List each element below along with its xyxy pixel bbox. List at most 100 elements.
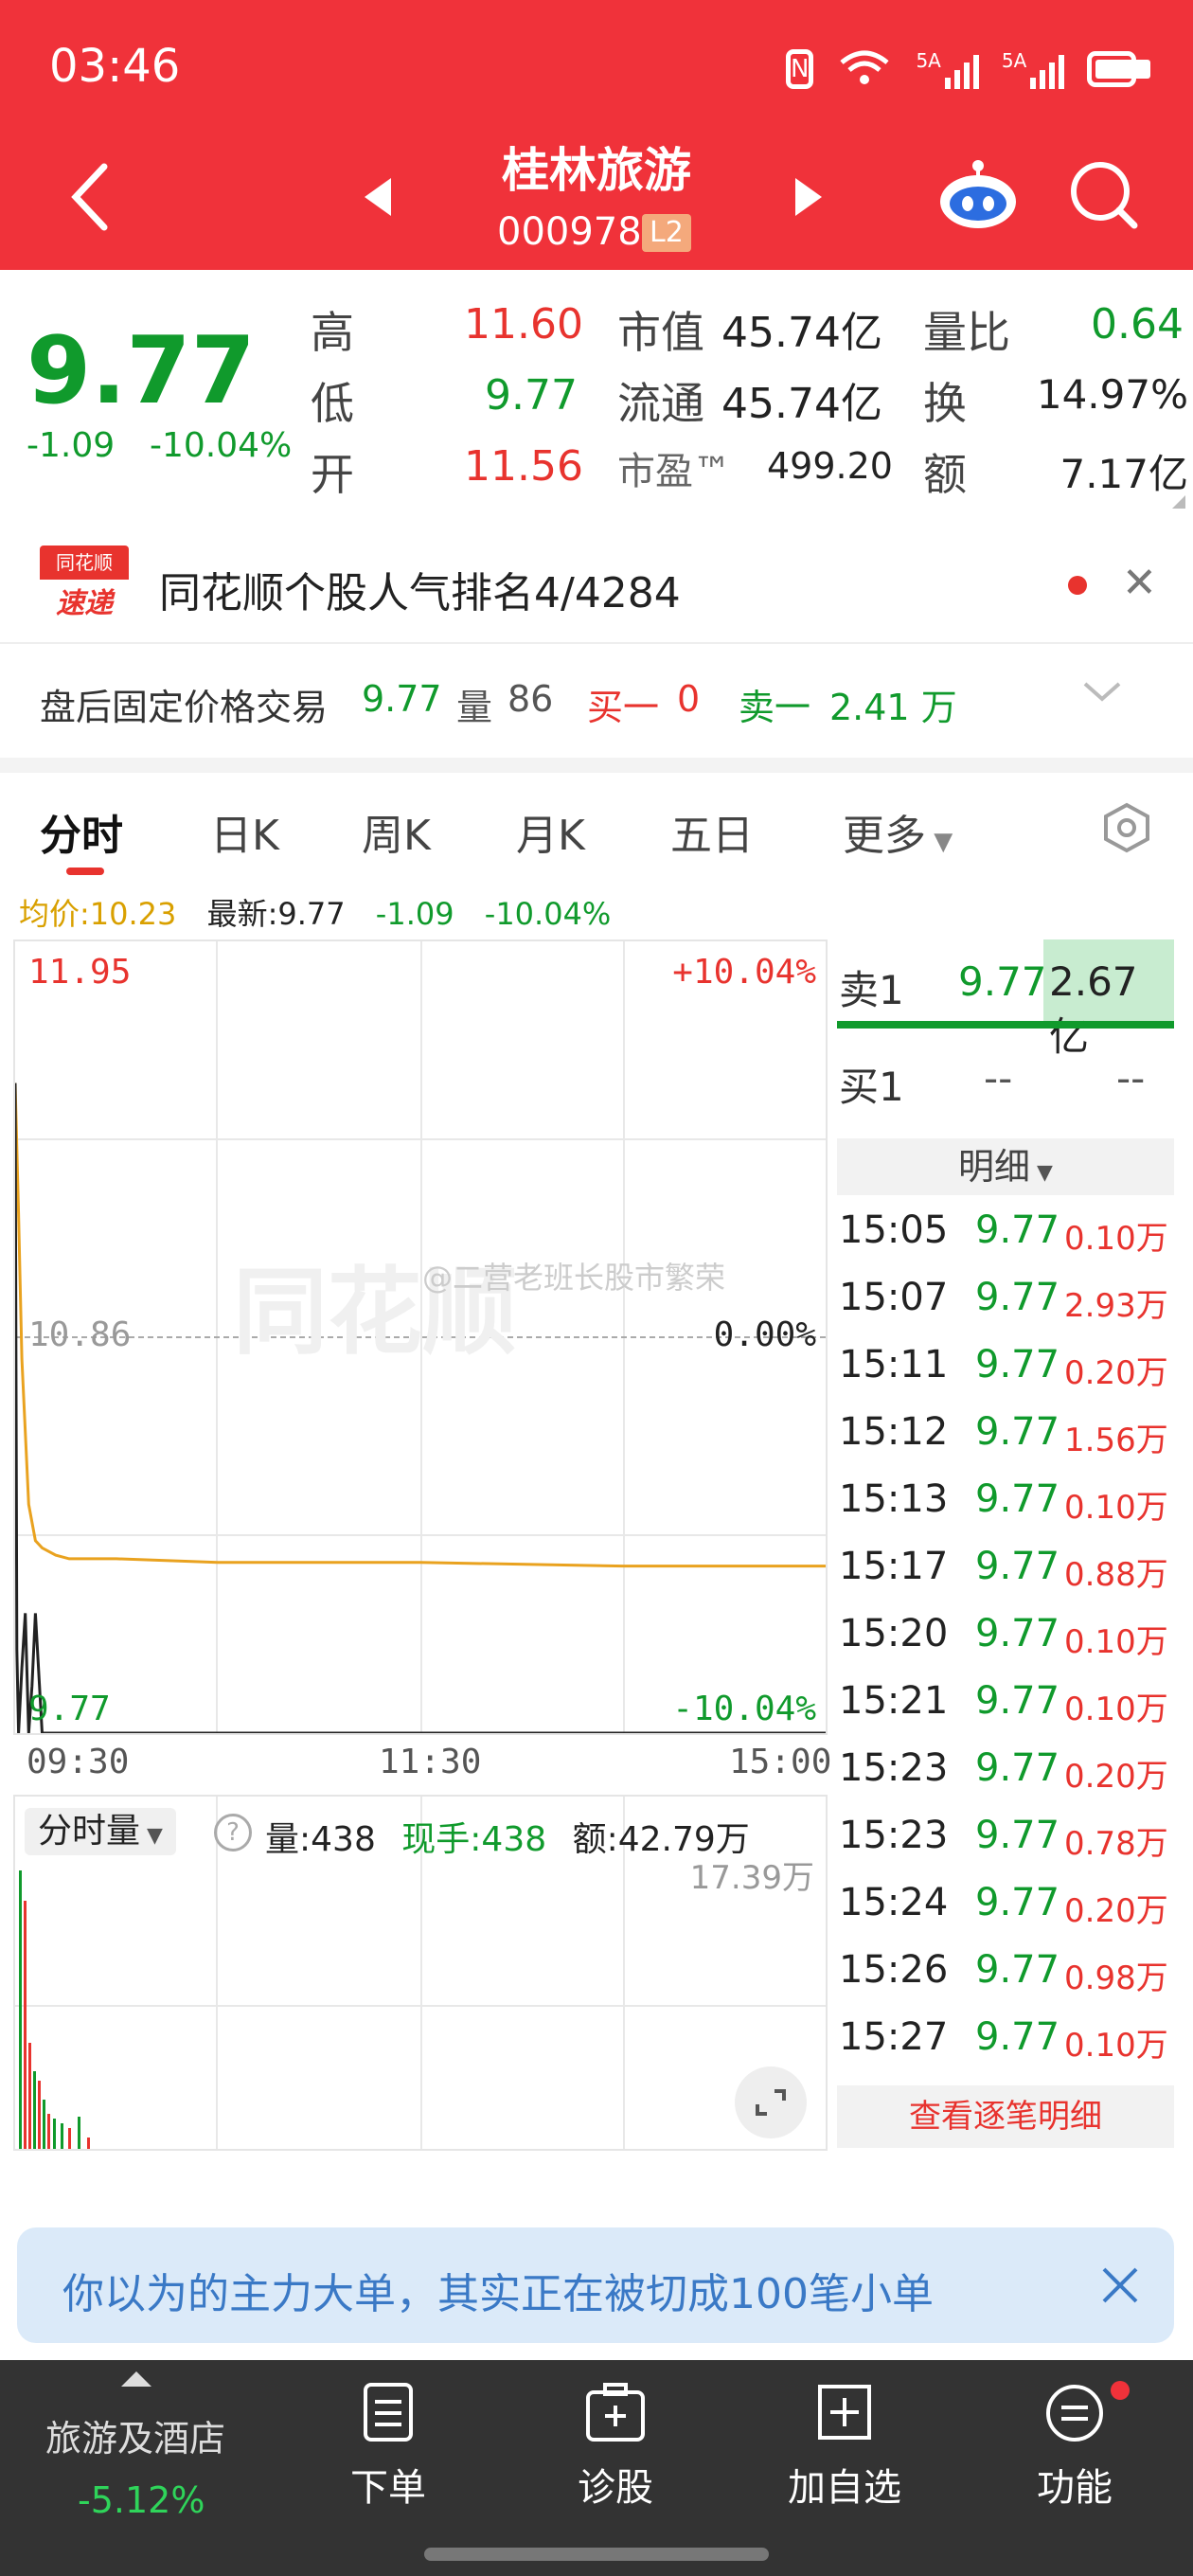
chart-settings-button[interactable] — [1100, 801, 1153, 858]
sell1-row[interactable]: 卖1 9.77 2.67亿 — [837, 939, 1174, 1060]
pct-axis-top: +10.04% — [672, 953, 816, 992]
back-button[interactable] — [66, 159, 114, 239]
detail-price: 9.77 — [975, 1208, 1060, 1252]
amount-value: 7.17亿 — [1059, 451, 1188, 497]
detail-time: 15:24 — [839, 1881, 949, 1924]
close-banner-button[interactable] — [1096, 2256, 1144, 2317]
detail-price: 9.77 — [975, 1343, 1060, 1386]
latest-change: -1.09 — [375, 896, 454, 932]
detail-price: 9.77 — [975, 1881, 1060, 1924]
volume-ratio-label: 量比 — [923, 307, 1010, 358]
nav-diagnose-label: 诊股 — [578, 2466, 653, 2510]
y-axis-bottom: 9.77 — [28, 1690, 111, 1728]
detail-time: 15:26 — [839, 1948, 949, 1992]
tab-more[interactable]: 更多 ▼ — [843, 801, 953, 862]
order-balance-bar — [837, 1021, 1174, 1029]
tab-weekly-k[interactable]: 周K — [362, 801, 431, 862]
detail-time: 15:23 — [839, 1746, 949, 1790]
detail-row: 15:12 9.77 1.56万 — [837, 1403, 1174, 1470]
nav-order[interactable]: 下单 — [303, 2381, 473, 2512]
detail-row: 15:07 9.77 2.93万 — [837, 1268, 1174, 1335]
close-icon — [1102, 2267, 1138, 2303]
amount-label: 额 — [923, 449, 967, 500]
header-bar: 03:46 N 5A 5A 桂林旅游 000978 L2 — [0, 0, 1193, 270]
price-change: -1.09 — [27, 426, 116, 465]
fullscreen-button[interactable] — [735, 2066, 807, 2138]
nav-add-watchlist[interactable]: 加自选 — [759, 2381, 930, 2512]
pct-axis-mid: 0.00% — [713, 1315, 816, 1354]
promo-banner[interactable]: 你以为的主力大单，其实正在被切成100笔小单 — [17, 2227, 1174, 2343]
nfc-icon: N — [786, 49, 814, 89]
detail-volume: 0.10万 — [1064, 2027, 1168, 2065]
sector-indicator[interactable]: 旅游及酒店 -5.12% — [0, 2360, 275, 2576]
details-header[interactable]: 明细 ▼ — [837, 1138, 1174, 1195]
next-stock-button[interactable] — [793, 178, 822, 220]
status-time: 03:46 — [49, 40, 181, 93]
logo-line2: 速递 — [56, 587, 113, 620]
high-value: 11.60 — [464, 300, 583, 349]
detail-price: 9.77 — [975, 1477, 1060, 1521]
search-icon — [1071, 162, 1138, 229]
y-axis-mid: 10.86 — [28, 1315, 132, 1354]
robot-assistant-button[interactable] — [935, 156, 1021, 236]
expand-chevron-icon[interactable] — [1081, 672, 1123, 714]
triangle-right-icon — [795, 178, 822, 216]
tab-monthly-k[interactable]: 月K — [516, 801, 585, 862]
volume-ratio-value: 0.64 — [1091, 300, 1184, 349]
corner-expand-icon[interactable] — [1172, 495, 1185, 509]
prev-stock-button[interactable] — [365, 178, 393, 220]
popularity-text: 同花顺个股人气排名4/4284 — [159, 569, 681, 617]
stock-name: 桂林旅游 — [502, 143, 691, 198]
tab-daily-k[interactable]: 日K — [210, 801, 279, 862]
price-change-pct: -10.04% — [150, 426, 293, 465]
settings-hexagon-icon — [1104, 802, 1149, 853]
section-divider — [0, 758, 1193, 773]
volume-chart[interactable]: 分时量 ▼ ? 量:438 现手:438 额:42.79万 17.39万 — [13, 1795, 828, 2151]
open-label: 开 — [311, 449, 354, 500]
signal-icon-1: 5A — [916, 49, 979, 89]
detail-price: 9.77 — [975, 1276, 1060, 1319]
order-icon — [364, 2383, 413, 2442]
search-button[interactable] — [1068, 159, 1140, 235]
pct-axis-bottom: -10.04% — [672, 1690, 816, 1728]
detail-volume: 0.10万 — [1064, 1489, 1168, 1527]
x-tick-open: 09:30 — [27, 1743, 130, 1781]
detail-row: 15:26 9.77 0.98万 — [837, 1941, 1174, 2008]
after-hours-bar[interactable]: 盘后固定价格交易 9.77 量 86 买一 0 卖一 2.41 万 — [0, 644, 1193, 758]
order-book: 卖1 9.77 2.67亿 买1 -- -- — [837, 939, 1174, 1119]
triangle-left-icon — [365, 178, 391, 216]
detail-volume: 0.20万 — [1064, 1354, 1168, 1392]
nav-add-watchlist-label: 加自选 — [788, 2466, 901, 2510]
sell1-price: 9.77 — [958, 958, 1047, 1005]
diagnose-icon — [586, 2383, 645, 2442]
detail-time: 15:11 — [839, 1343, 949, 1386]
tab-five-day[interactable]: 五日 — [670, 801, 754, 862]
price-chart[interactable]: 同花顺 @二营老班长股市繁荣 11.95 10.86 9.77 +10.04% … — [13, 939, 828, 1735]
detail-time: 15:12 — [839, 1410, 949, 1454]
caret-down-icon: ▼ — [1030, 1161, 1053, 1185]
buy1-row[interactable]: 买1 -- -- — [837, 1034, 1174, 1116]
home-indicator[interactable] — [424, 2548, 769, 2561]
market-cap-value: 45.74亿 — [721, 309, 882, 357]
nav-functions[interactable]: 功能 — [989, 2381, 1160, 2512]
y-axis-top: 11.95 — [28, 953, 132, 992]
detail-time: 15:07 — [839, 1276, 949, 1319]
unread-dot — [1068, 576, 1087, 595]
detail-time: 15:13 — [839, 1477, 949, 1521]
nav-diagnose[interactable]: 诊股 — [530, 2381, 701, 2512]
add-square-icon — [818, 2385, 871, 2440]
promo-text: 你以为的主力大单，其实正在被切成100笔小单 — [62, 2270, 934, 2318]
open-value: 11.56 — [464, 442, 583, 491]
turnover-value: 14.97% — [1036, 371, 1188, 418]
close-icon[interactable]: ✕ — [1122, 559, 1157, 607]
low-value: 9.77 — [485, 371, 578, 420]
view-tick-details-button[interactable]: 查看逐笔明细 — [837, 2085, 1174, 2148]
active-tab-indicator — [66, 868, 104, 875]
detail-row: 15:05 9.77 0.10万 — [837, 1201, 1174, 1268]
price-chart-svg — [15, 1082, 826, 1733]
ths-express-logo: 同花顺 速递 — [40, 546, 129, 621]
chart-area: 均价:10.23 最新:9.77 -1.09 -10.04% 同花顺 @二营老班… — [0, 881, 1193, 2226]
popularity-bar[interactable]: 同花顺 速递 同花顺个股人气排名4/4284 ✕ — [0, 521, 1193, 644]
tab-intraday[interactable]: 分时 — [40, 801, 123, 862]
sector-name: 旅游及酒店 — [45, 2418, 226, 2460]
